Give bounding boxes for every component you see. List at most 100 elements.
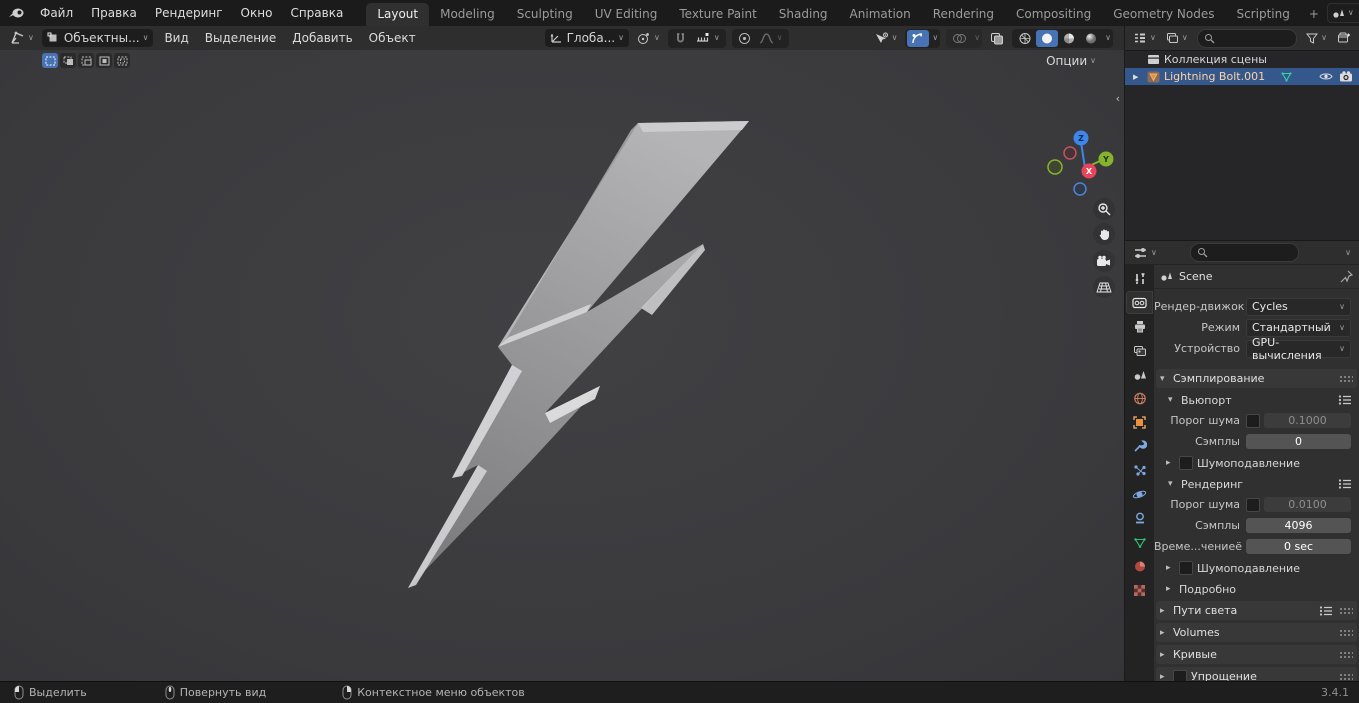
editor-type-outliner-button[interactable]: ∨ bbox=[1129, 30, 1160, 46]
tab-geometry-nodes[interactable]: Geometry Nodes bbox=[1102, 3, 1225, 26]
chevron-down-icon[interactable]: ∨ bbox=[1345, 248, 1351, 257]
snap-toggle-magnet-icon[interactable] bbox=[670, 30, 691, 47]
outliner-search-input[interactable] bbox=[1214, 30, 1291, 46]
simplify-section-header[interactable]: ▸ Упрощение bbox=[1156, 667, 1357, 682]
navigation-gizmo[interactable]: Z Y X bbox=[1040, 126, 1124, 206]
scene-datablock[interactable]: ∨ Scene bbox=[1326, 3, 1359, 23]
object-lightning-bolt[interactable] bbox=[0, 50, 1124, 682]
menu-object[interactable]: Объект bbox=[361, 31, 424, 45]
outliner-display-mode-button[interactable]: ∨ bbox=[1162, 30, 1192, 46]
drag-grip-icon[interactable] bbox=[1339, 650, 1353, 659]
tab-texture-paint[interactable]: Texture Paint bbox=[668, 3, 767, 26]
viewport-denoise-checkbox[interactable] bbox=[1179, 456, 1193, 470]
render-denoise-checkbox[interactable] bbox=[1179, 561, 1193, 575]
tab-sculpting[interactable]: Sculpting bbox=[506, 3, 584, 26]
render-samples-value[interactable]: 4096 bbox=[1246, 518, 1351, 533]
gizmo-z-negative[interactable] bbox=[1073, 182, 1087, 196]
blender-logo-icon[interactable] bbox=[8, 6, 25, 20]
tab-tool[interactable] bbox=[1127, 268, 1152, 289]
viewport-denoise-row[interactable]: ▸ Шумоподавление bbox=[1166, 454, 1357, 472]
tab-world[interactable] bbox=[1127, 388, 1152, 409]
tab-texture[interactable] bbox=[1127, 580, 1152, 601]
render-noise-threshold-checkbox[interactable] bbox=[1246, 497, 1260, 512]
outliner-search[interactable] bbox=[1196, 28, 1298, 48]
pan-hand-button[interactable] bbox=[1093, 223, 1115, 245]
outliner-row-object[interactable]: ▶ Lightning Bolt.001 bbox=[1125, 68, 1359, 85]
tab-material[interactable] bbox=[1127, 556, 1152, 577]
shading-wireframe-button[interactable] bbox=[1014, 30, 1036, 47]
noise-threshold-value[interactable]: 0.1000 bbox=[1264, 413, 1351, 428]
menu-add[interactable]: Добавить bbox=[284, 31, 360, 45]
render-engine-select[interactable]: Cycles ∨ bbox=[1246, 297, 1351, 316]
viewport-samples-value[interactable]: 0 bbox=[1246, 434, 1351, 449]
snap-target-button[interactable]: ∨ bbox=[691, 30, 724, 47]
editor-type-3dview-button[interactable]: ∨ bbox=[6, 29, 38, 47]
zoom-button[interactable] bbox=[1093, 198, 1115, 220]
properties-search[interactable] bbox=[1189, 243, 1299, 262]
advanced-row[interactable]: ▸ Подробно bbox=[1166, 580, 1357, 598]
menu-render[interactable]: Рендеринг bbox=[146, 6, 232, 20]
chevron-down-icon[interactable]: ∨ bbox=[932, 34, 938, 42]
tab-physics[interactable] bbox=[1127, 484, 1152, 505]
drag-grip-icon[interactable] bbox=[1339, 672, 1353, 681]
drag-grip-icon[interactable] bbox=[1339, 628, 1353, 637]
gizmo-x-negative[interactable] bbox=[1063, 146, 1077, 160]
tab-object[interactable] bbox=[1127, 412, 1152, 433]
sampling-viewport-subheader[interactable]: ▾ Вьюпорт bbox=[1164, 391, 1357, 409]
tab-layout[interactable]: Layout bbox=[366, 3, 430, 26]
proportional-falloff-button[interactable]: ∨ bbox=[755, 30, 787, 47]
tab-object-data[interactable] bbox=[1127, 532, 1152, 553]
preset-icon[interactable] bbox=[1337, 394, 1353, 406]
menu-file[interactable]: Файл bbox=[31, 6, 82, 20]
noise-threshold-checkbox[interactable] bbox=[1246, 413, 1260, 428]
tab-view-layer[interactable] bbox=[1127, 340, 1152, 361]
menu-edit[interactable]: Правка bbox=[82, 6, 146, 20]
hide-in-viewport-eye-icon[interactable] bbox=[1319, 71, 1333, 82]
tab-modeling[interactable]: Modeling bbox=[429, 3, 506, 26]
tab-uv-editing[interactable]: UV Editing bbox=[584, 3, 669, 26]
pivot-point-button[interactable]: ∨ bbox=[633, 30, 664, 47]
menu-view[interactable]: Вид bbox=[156, 31, 196, 45]
menu-select[interactable]: Выделение bbox=[197, 31, 284, 45]
show-overlays-toggle[interactable] bbox=[948, 30, 971, 47]
tab-output[interactable] bbox=[1127, 316, 1152, 337]
light-paths-section-header[interactable]: ▸ Пути света bbox=[1156, 601, 1357, 620]
transform-orientation-dropdown[interactable]: Глоба... ∨ bbox=[544, 29, 629, 47]
properties-search-input[interactable] bbox=[1207, 245, 1292, 260]
sampling-render-subheader[interactable]: ▾ Рендеринг bbox=[1164, 475, 1357, 493]
tab-constraints[interactable] bbox=[1127, 508, 1152, 529]
breadcrumb-label[interactable]: Scene bbox=[1179, 270, 1213, 283]
sampling-section-header[interactable]: ▾ Сэмплирование bbox=[1156, 369, 1357, 388]
menu-window[interactable]: Окно bbox=[232, 6, 282, 20]
shading-solid-button[interactable] bbox=[1036, 29, 1059, 47]
feature-set-select[interactable]: Стандартный ∨ bbox=[1246, 318, 1351, 337]
add-workspace-button[interactable]: + bbox=[1301, 3, 1327, 26]
pin-icon[interactable] bbox=[1340, 270, 1353, 283]
tab-shading[interactable]: Shading bbox=[768, 3, 839, 26]
perspective-toggle-button[interactable] bbox=[1093, 276, 1115, 298]
expand-icon[interactable]: ▶ bbox=[1133, 73, 1143, 81]
menu-help[interactable]: Справка bbox=[281, 6, 352, 20]
device-select[interactable]: GPU-вычисления ∨ bbox=[1246, 336, 1351, 362]
drag-grip-icon[interactable] bbox=[1339, 374, 1353, 383]
show-gizmo-toggle[interactable] bbox=[907, 29, 930, 47]
tab-particles[interactable] bbox=[1127, 460, 1152, 481]
render-noise-threshold-value[interactable]: 0.0100 bbox=[1264, 497, 1351, 512]
shading-rendered-button[interactable] bbox=[1080, 30, 1102, 47]
viewport-3d[interactable]: Опции ∨ ‹ Z Y X bbox=[0, 50, 1124, 682]
preset-icon[interactable] bbox=[1318, 605, 1334, 617]
mode-dropdown[interactable]: Объектны... ∨ bbox=[41, 29, 154, 47]
tab-animation[interactable]: Animation bbox=[839, 3, 922, 26]
render-denoise-row[interactable]: ▸ Шумоподавление bbox=[1166, 559, 1357, 577]
preset-icon[interactable] bbox=[1337, 478, 1353, 490]
selectability-visibility-button[interactable]: ∨ bbox=[870, 30, 902, 47]
new-collection-button[interactable] bbox=[1333, 30, 1355, 46]
curves-section-header[interactable]: ▸ Кривые bbox=[1156, 645, 1357, 664]
editor-type-properties-button[interactable]: ∨ bbox=[1129, 245, 1161, 261]
disable-in-render-camera-icon[interactable] bbox=[1339, 71, 1353, 82]
filter-button[interactable]: ∨ bbox=[1302, 31, 1331, 46]
proportional-editing-toggle[interactable] bbox=[734, 30, 755, 47]
shading-material-button[interactable] bbox=[1058, 30, 1080, 47]
xray-toggle[interactable] bbox=[986, 30, 1008, 47]
tab-scene[interactable] bbox=[1127, 364, 1152, 385]
